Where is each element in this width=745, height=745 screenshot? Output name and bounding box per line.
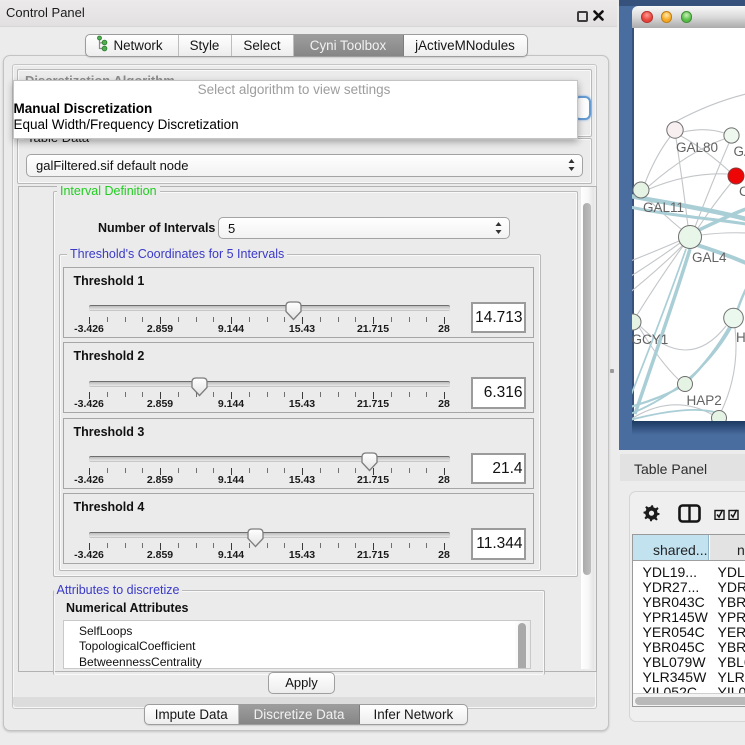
svg-text:HAP2: HAP2 (687, 393, 722, 408)
svg-text:GAL80: GAL80 (676, 140, 718, 155)
svg-text:CY: CY (739, 184, 745, 199)
svg-text:GAL11: GAL11 (643, 200, 684, 215)
svg-text:GA: GA (734, 144, 745, 159)
svg-text:GCY1: GCY1 (632, 332, 668, 347)
svg-text:GAL4: GAL4 (692, 250, 727, 265)
svg-text:H: H (736, 330, 745, 345)
